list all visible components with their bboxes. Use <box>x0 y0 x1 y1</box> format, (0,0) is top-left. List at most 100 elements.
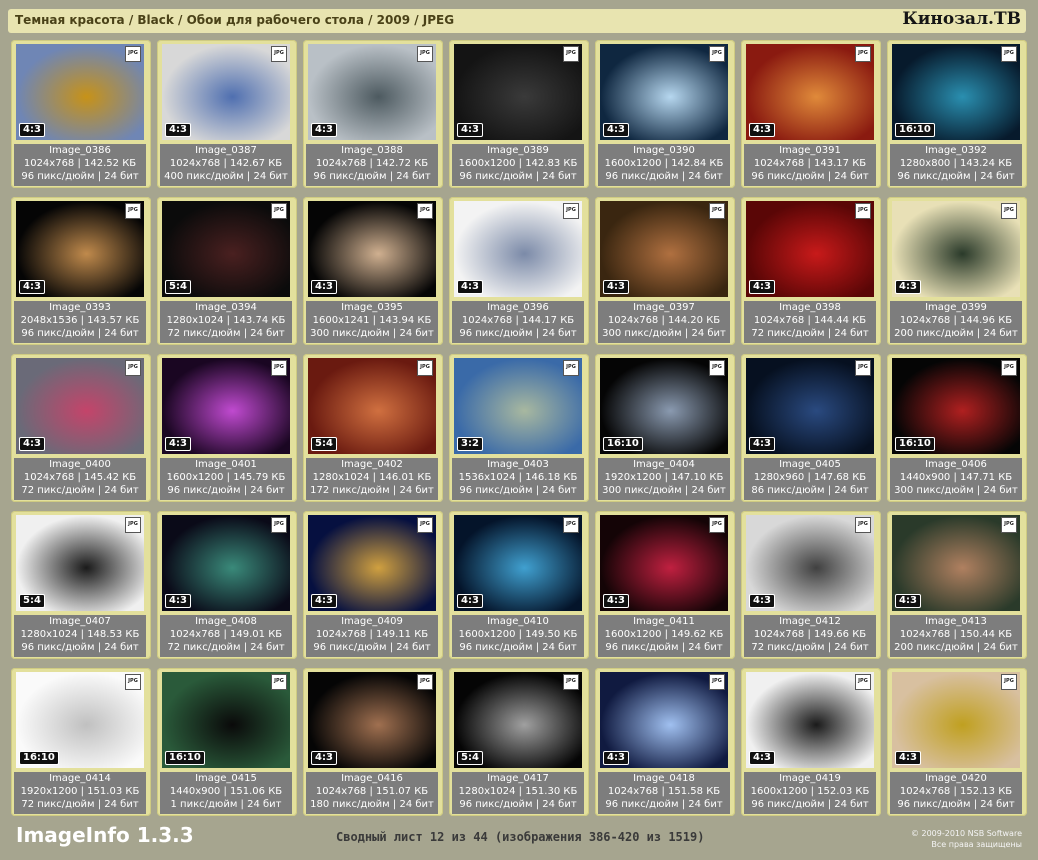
jpg-format-icon: JPG <box>563 46 579 62</box>
image-tile[interactable]: JPG 4:3 Image_0390 1600x1200 | 142.84 КБ 96 … <box>595 40 735 188</box>
aspect-ratio-badge: 4:3 <box>457 123 483 137</box>
image-thumbnail[interactable]: JPG 16:10 <box>16 672 144 768</box>
image-thumbnail[interactable]: JPG 5:4 <box>454 672 582 768</box>
image-thumbnail[interactable]: JPG 4:3 <box>308 672 436 768</box>
image-thumbnail[interactable]: JPG 4:3 <box>308 44 436 140</box>
image-info: Image_0400 1024x768 | 145.42 КБ 72 пикс/дю… <box>14 458 146 500</box>
image-thumbnail[interactable]: JPG 4:3 <box>600 515 728 611</box>
image-thumbnail[interactable]: JPG 4:3 <box>162 358 290 454</box>
image-tile[interactable]: JPG 5:4 Image_0394 1280x1024 | 143.74 КБ 72 … <box>157 197 297 345</box>
image-thumbnail[interactable]: JPG 4:3 <box>892 201 1020 297</box>
image-name: Image_0398 <box>779 302 841 313</box>
image-tile[interactable]: JPG 4:3 Image_0401 1600x1200 | 145.79 КБ 96 … <box>157 354 297 502</box>
image-dimensions-size: 1280x1024 | 143.74 КБ <box>166 315 286 326</box>
image-info: Image_0417 1280x1024 | 151.30 КБ 96 пикс/д… <box>452 772 584 814</box>
image-tile[interactable]: JPG 4:3 Image_0411 1600x1200 | 149.62 КБ 96 … <box>595 511 735 659</box>
image-resolution-depth: 96 пикс/дюйм | 24 бит <box>605 171 723 182</box>
image-thumbnail[interactable]: JPG 5:4 <box>162 201 290 297</box>
image-thumbnail[interactable]: JPG 16:10 <box>892 44 1020 140</box>
image-name: Image_0402 <box>341 459 403 470</box>
image-thumbnail[interactable]: JPG 4:3 <box>16 358 144 454</box>
image-tile[interactable]: JPG 4:3 Image_0396 1024x768 | 144.17 КБ 96 п… <box>449 197 589 345</box>
image-thumbnail[interactable]: JPG 5:4 <box>308 358 436 454</box>
image-tile[interactable]: JPG 4:3 Image_0397 1024x768 | 144.20 КБ 300 … <box>595 197 735 345</box>
image-tile[interactable]: JPG 4:3 Image_0391 1024x768 | 143.17 КБ 96 п… <box>741 40 881 188</box>
aspect-ratio-badge: 4:3 <box>603 123 629 137</box>
image-tile[interactable]: JPG 16:10 Image_0404 1920x1200 | 147.10 КБ 3… <box>595 354 735 502</box>
image-name: Image_0394 <box>195 302 257 313</box>
image-thumbnail[interactable]: JPG 4:3 <box>16 201 144 297</box>
image-dimensions-size: 1024x768 | 149.11 КБ <box>315 629 429 640</box>
image-tile[interactable]: JPG 5:4 Image_0407 1280x1024 | 148.53 КБ 96 … <box>11 511 151 659</box>
image-resolution-depth: 300 пикс/дюйм | 24 бит <box>602 485 726 496</box>
image-name: Image_0410 <box>487 616 549 627</box>
image-tile[interactable]: JPG 4:3 Image_0416 1024x768 | 151.07 КБ 180 … <box>303 668 443 816</box>
image-tile[interactable]: JPG 16:10 Image_0415 1440x900 | 151.06 КБ 1 … <box>157 668 297 816</box>
image-thumbnail[interactable]: JPG 4:3 <box>746 358 874 454</box>
image-tile[interactable]: JPG 4:3 Image_0405 1280x960 | 147.68 КБ 86 п… <box>741 354 881 502</box>
image-thumbnail[interactable]: JPG 4:3 <box>746 44 874 140</box>
image-tile[interactable]: JPG 4:3 Image_0408 1024x768 | 149.01 КБ 72 п… <box>157 511 297 659</box>
image-tile[interactable]: JPG 4:3 Image_0393 2048x1536 | 143.57 КБ 96 … <box>11 197 151 345</box>
image-tile[interactable]: JPG 4:3 Image_0389 1600x1200 | 142.83 КБ 96 … <box>449 40 589 188</box>
image-tile[interactable]: JPG 4:3 Image_0409 1024x768 | 149.11 КБ 96 п… <box>303 511 443 659</box>
image-tile[interactable]: JPG 4:3 Image_0412 1024x768 | 149.66 КБ 72 п… <box>741 511 881 659</box>
image-thumbnail[interactable]: JPG 4:3 <box>600 201 728 297</box>
image-tile[interactable]: JPG 4:3 Image_0419 1600x1200 | 152.03 КБ 96 … <box>741 668 881 816</box>
image-tile[interactable]: JPG 4:3 Image_0410 1600x1200 | 149.50 КБ 96 … <box>449 511 589 659</box>
image-tile[interactable]: JPG 4:3 Image_0399 1024x768 | 144.96 КБ 200 … <box>887 197 1027 345</box>
image-name: Image_0406 <box>925 459 987 470</box>
jpg-format-icon: JPG <box>709 360 725 376</box>
image-thumbnail[interactable]: JPG 16:10 <box>162 672 290 768</box>
image-tile[interactable]: JPG 16:10 Image_0414 1920x1200 | 151.03 КБ 7… <box>11 668 151 816</box>
image-thumbnail[interactable]: JPG 4:3 <box>600 672 728 768</box>
image-tile[interactable]: JPG 5:4 Image_0417 1280x1024 | 151.30 КБ 96 … <box>449 668 589 816</box>
image-tile[interactable]: JPG 4:3 Image_0386 1024x768 | 142.52 КБ 96 п… <box>11 40 151 188</box>
image-thumbnail[interactable]: JPG 4:3 <box>162 515 290 611</box>
image-thumbnail[interactable]: JPG 5:4 <box>16 515 144 611</box>
image-tile[interactable]: JPG 4:3 Image_0420 1024x768 | 152.13 КБ 96 п… <box>887 668 1027 816</box>
image-info: Image_0416 1024x768 | 151.07 КБ 180 пикс/д… <box>306 772 438 814</box>
image-thumbnail[interactable]: JPG 4:3 <box>746 515 874 611</box>
image-thumbnail[interactable]: JPG 3:2 <box>454 358 582 454</box>
image-name: Image_0403 <box>487 459 549 470</box>
image-thumbnail[interactable]: JPG 16:10 <box>600 358 728 454</box>
image-dimensions-size: 1024x768 | 144.96 КБ <box>899 315 1013 326</box>
image-info: Image_0419 1600x1200 | 152.03 КБ 96 пикс/д… <box>744 772 876 814</box>
image-tile[interactable]: JPG 16:10 Image_0392 1280x800 | 143.24 КБ 96… <box>887 40 1027 188</box>
image-thumbnail[interactable]: JPG 4:3 <box>308 201 436 297</box>
image-thumbnail[interactable]: JPG 4:3 <box>454 515 582 611</box>
image-resolution-depth: 72 пикс/дюйм | 24 бит <box>167 642 285 653</box>
image-tile[interactable]: JPG 4:3 Image_0388 1024x768 | 142.72 КБ 96 п… <box>303 40 443 188</box>
image-name: Image_0413 <box>925 616 987 627</box>
image-thumbnail[interactable]: JPG 4:3 <box>308 515 436 611</box>
image-tile[interactable]: JPG 5:4 Image_0402 1280x1024 | 146.01 КБ 172… <box>303 354 443 502</box>
image-tile[interactable]: JPG 4:3 Image_0400 1024x768 | 145.42 КБ 72 п… <box>11 354 151 502</box>
image-tile[interactable]: JPG 4:3 Image_0398 1024x768 | 144.44 КБ 72 п… <box>741 197 881 345</box>
image-resolution-depth: 72 пикс/дюйм | 24 бит <box>21 799 139 810</box>
image-thumbnail[interactable]: JPG 4:3 <box>454 44 582 140</box>
image-tile[interactable]: JPG 4:3 Image_0413 1024x768 | 150.44 КБ 200 … <box>887 511 1027 659</box>
image-name: Image_0395 <box>341 302 403 313</box>
image-thumbnail[interactable]: JPG 16:10 <box>892 358 1020 454</box>
image-thumbnail[interactable]: JPG 4:3 <box>746 672 874 768</box>
image-thumbnail[interactable]: JPG 4:3 <box>454 201 582 297</box>
image-thumbnail[interactable]: JPG 4:3 <box>16 44 144 140</box>
image-name: Image_0418 <box>633 773 695 784</box>
image-thumbnail[interactable]: JPG 4:3 <box>746 201 874 297</box>
image-thumbnail[interactable]: JPG 4:3 <box>600 44 728 140</box>
image-name: Image_0391 <box>779 145 841 156</box>
image-tile[interactable]: JPG 4:3 Image_0395 1600x1241 | 143.94 КБ 300… <box>303 197 443 345</box>
image-name: Image_0397 <box>633 302 695 313</box>
image-tile[interactable]: JPG 4:3 Image_0387 1024x768 | 142.67 КБ 400 … <box>157 40 297 188</box>
image-tile[interactable]: JPG 16:10 Image_0406 1440x900 | 147.71 КБ 30… <box>887 354 1027 502</box>
image-thumbnail[interactable]: JPG 4:3 <box>892 515 1020 611</box>
image-info: Image_0390 1600x1200 | 142.84 КБ 96 пикс/д… <box>598 144 730 186</box>
image-tile[interactable]: JPG 4:3 Image_0418 1024x768 | 151.58 КБ 96 п… <box>595 668 735 816</box>
image-dimensions-size: 1920x1200 | 151.03 КБ <box>20 786 140 797</box>
image-thumbnail[interactable]: JPG 4:3 <box>892 672 1020 768</box>
image-name: Image_0390 <box>633 145 695 156</box>
image-dimensions-size: 1600x1200 | 142.84 КБ <box>604 158 724 169</box>
image-tile[interactable]: JPG 3:2 Image_0403 1536x1024 | 146.18 КБ 96 … <box>449 354 589 502</box>
image-thumbnail[interactable]: JPG 4:3 <box>162 44 290 140</box>
